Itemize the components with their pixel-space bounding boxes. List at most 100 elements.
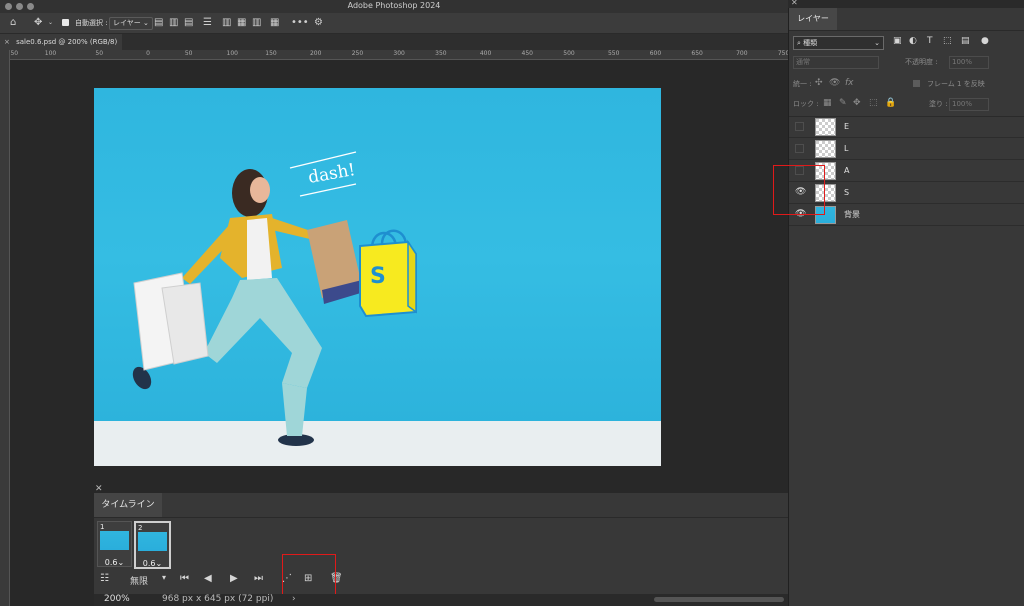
ruler-tick-label: 150	[265, 50, 277, 57]
filter-toggle-icon[interactable]: ●	[981, 36, 989, 46]
bag-letter: S	[370, 264, 386, 289]
frame-number: 2	[138, 524, 143, 532]
zoom-level[interactable]: 200%	[104, 594, 130, 604]
search-icon: ⌕	[797, 39, 801, 47]
ruler-tick-label: 50	[184, 50, 193, 57]
frame-delay-dropdown[interactable]: 0.6⌄	[98, 558, 131, 567]
frame-delay-dropdown[interactable]: 0.6⌄	[136, 559, 169, 568]
lock-all-icon[interactable]: 🔒	[885, 98, 896, 108]
pixel-filter-icon[interactable]: ▣	[893, 36, 902, 46]
frame-thumbnail	[138, 532, 167, 551]
horizontal-scrollbar[interactable]	[654, 597, 784, 602]
unify-row: 統一 : ✣ 👁 fx フレーム 1 を反映	[789, 78, 1024, 90]
layer-name: E	[844, 122, 850, 131]
timeline-divider	[94, 517, 788, 518]
shape-filter-icon[interactable]: ⬚	[943, 36, 952, 46]
ruler-tick-label: 300	[393, 50, 405, 57]
lock-paint-icon[interactable]: ✎	[839, 98, 847, 108]
close-panel-icon[interactable]: ✕	[791, 0, 798, 7]
lock-label: ロック :	[793, 100, 819, 108]
options-bar: ⌂ ✥ ⌄ 自動選択 : レイヤー ⌄ ▤ ▥ ▤ ☰ ▥ ▦ ▥ ▦ ••• …	[0, 13, 788, 34]
align-top-icon[interactable]: ▥	[222, 13, 231, 33]
lock-artboard-icon[interactable]: ⬚	[869, 98, 878, 108]
layer-row-E[interactable]: E	[789, 116, 1024, 138]
lock-position-icon[interactable]: ✥	[853, 98, 861, 108]
close-tab-icon[interactable]: ×	[4, 38, 10, 46]
distribute-icon[interactable]: ☰	[203, 13, 212, 33]
align-bottom-icon[interactable]: ▥	[252, 13, 261, 33]
lock-transparent-icon[interactable]: ▦	[823, 98, 832, 108]
unify-style-icon[interactable]: fx	[845, 78, 854, 88]
chevron-right-icon[interactable]: ›	[292, 594, 296, 604]
timeline-controls: ☷ 無限 ▾ ⏮ ◀ ▶ ⏭ ⋰ ⊞ 🗑	[94, 571, 788, 591]
timeline-frame-2[interactable]: 2 0.6⌄	[134, 521, 171, 569]
layer-filter-dropdown[interactable]: ⌕ 種類 ⌄	[793, 36, 884, 50]
align-middle-icon[interactable]: ▦	[237, 13, 246, 33]
ruler-tick-label: 50	[95, 50, 104, 57]
horizontal-ruler: 50 100 50 0 50 100 150 200 250 300 350 400 450 500 550…	[9, 50, 789, 60]
chevron-down-icon: ⌄	[874, 39, 880, 47]
align-right-icon[interactable]: ▤	[184, 13, 193, 33]
yellow-bag-graphic	[359, 229, 417, 318]
auto-select-label: 自動選択 :	[75, 19, 108, 27]
blend-row: 通常 不透明度 : 100%	[789, 56, 1024, 69]
layer-name: L	[844, 144, 849, 153]
layer-row-L[interactable]: L	[789, 138, 1024, 160]
next-frame-icon[interactable]: ⏭	[254, 573, 263, 584]
first-frame-icon[interactable]: ⏮	[180, 573, 189, 584]
loop-options-dropdown[interactable]: 無限	[130, 574, 148, 587]
gear-icon[interactable]: ⚙	[314, 13, 323, 33]
ruler-tick-label: 450	[521, 50, 533, 57]
more-options-icon[interactable]: •••	[291, 13, 309, 33]
unify-position-icon[interactable]: ✣	[815, 78, 823, 88]
document-size: 968 px x 645 px (72 ppi)	[162, 594, 274, 604]
ruler-tick-label: 50	[10, 50, 19, 57]
align-left-icon[interactable]: ▤	[154, 13, 163, 33]
timeline-frame-1[interactable]: 1 0.6⌄	[97, 521, 132, 567]
move-tool-icon[interactable]: ✥	[34, 13, 42, 33]
shopper-photo	[132, 169, 364, 446]
type-filter-icon[interactable]: T	[927, 36, 933, 46]
visibility-toggle[interactable]	[795, 144, 804, 153]
panel-header-strip: ✕	[788, 0, 1024, 8]
unify-visibility-icon[interactable]: 👁	[829, 78, 840, 88]
fill-input[interactable]: 100%	[949, 98, 989, 111]
layer-thumbnail	[815, 140, 836, 158]
chevron-down-icon[interactable]: ▾	[162, 573, 166, 582]
adjustment-filter-icon[interactable]: ◐	[909, 36, 917, 46]
previous-frame-icon[interactable]: ◀	[204, 573, 212, 584]
ruler-tick-label: 650	[691, 50, 703, 57]
app-title: Adobe Photoshop 2024	[347, 1, 441, 10]
lock-row: ロック : ▦ ✎ ✥ ⬚ 🔒 塗り : 100%	[789, 98, 1024, 111]
visibility-toggle[interactable]	[795, 122, 804, 131]
blend-mode-dropdown[interactable]: 通常	[793, 56, 879, 69]
layer-thumbnail	[815, 118, 836, 136]
home-icon[interactable]: ⌂	[10, 13, 16, 33]
propagate-frame-label: フレーム 1 を反映	[927, 80, 985, 88]
auto-select-target-dropdown[interactable]: レイヤー ⌄	[109, 17, 153, 30]
frame-thumbnail	[100, 531, 129, 550]
document-canvas[interactable]: dash! S	[94, 88, 661, 466]
align-center-icon[interactable]: ▥	[169, 13, 178, 33]
chevron-down-icon[interactable]: ⌄	[48, 13, 53, 33]
document-tab[interactable]: × sale0.6.psd @ 200% (RGB/8) *	[0, 34, 122, 62]
distribute-vertical-icon[interactable]: ▦	[270, 13, 279, 33]
ruler-tick-label: 700	[736, 50, 748, 57]
layers-tab[interactable]: レイヤー	[789, 8, 837, 30]
highlight-box-visibility	[773, 165, 825, 215]
ruler-tick-label: 100	[44, 50, 57, 57]
auto-select-checkbox[interactable]	[62, 19, 69, 26]
fill-label: 塗り :	[929, 100, 948, 108]
unify-label: 統一 :	[793, 80, 812, 88]
smart-object-filter-icon[interactable]: ▤	[961, 36, 970, 46]
play-icon[interactable]: ▶	[230, 573, 238, 584]
opacity-input[interactable]: 100%	[949, 56, 989, 69]
timeline-tab[interactable]: タイムライン	[94, 493, 162, 517]
ruler-tick-label: 200	[309, 50, 322, 57]
title-bar: Adobe Photoshop 2024	[0, 0, 788, 13]
ruler-tick-label: 100	[226, 50, 238, 57]
convert-timeline-icon[interactable]: ☷	[100, 573, 109, 584]
auto-select-target-value: レイヤー	[113, 19, 141, 27]
propagate-frame-checkbox[interactable]	[913, 80, 920, 87]
ruler-tick-label: 0	[146, 50, 150, 57]
